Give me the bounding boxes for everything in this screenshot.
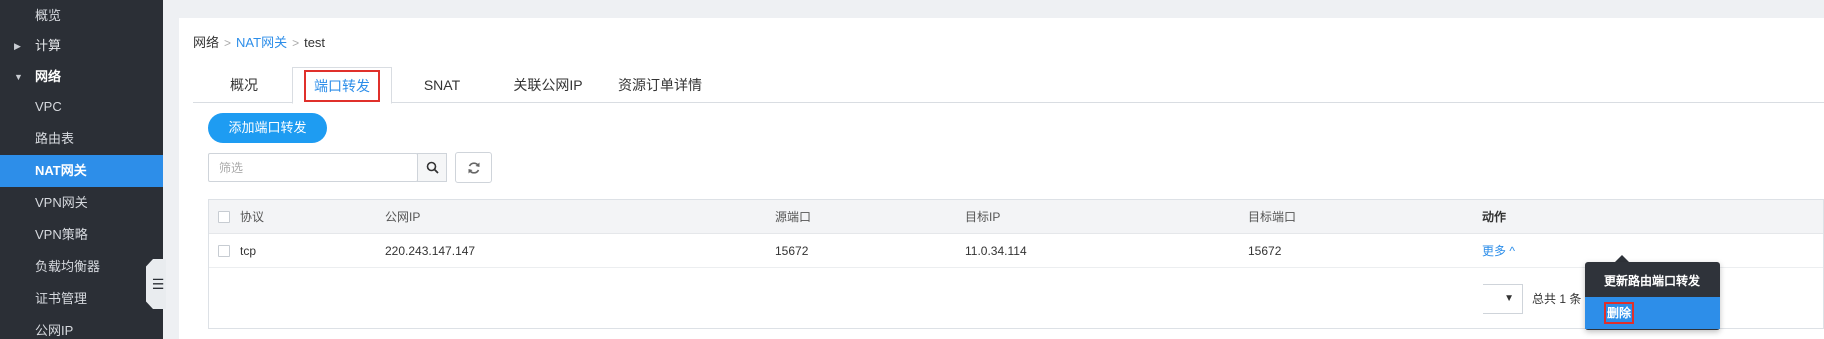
- highlight-box: 删除: [1604, 302, 1635, 324]
- action-dropdown-menu: 更新路由端口转发 删除: [1585, 262, 1720, 330]
- tab-label: 端口转发: [314, 78, 370, 94]
- tab-bar: 概况 端口转发 SNAT 关联公网IP 资源订单详情: [193, 67, 1824, 104]
- breadcrumb-separator: >: [224, 36, 232, 50]
- tab-label: 资源订单详情: [618, 77, 702, 93]
- caret-right-icon: ▶: [14, 41, 21, 51]
- sidebar-item-label: NAT网关: [35, 163, 87, 178]
- caret-down-icon: ▼: [14, 72, 23, 82]
- more-actions-link[interactable]: 更多 ^: [1482, 234, 1515, 268]
- column-header-protocol: 协议: [240, 210, 265, 224]
- sidebar-item-route-table[interactable]: 路由表: [0, 123, 163, 155]
- sidebar-item-label: VPC: [35, 99, 62, 114]
- refresh-icon: [468, 161, 479, 174]
- sidebar-item-certificates[interactable]: 证书管理: [0, 283, 163, 315]
- menu-item-label: 删除: [1607, 306, 1632, 320]
- tab-associated-public-ip[interactable]: 关联公网IP: [498, 67, 598, 103]
- column-header-action: 动作: [1482, 210, 1507, 224]
- column-header-public-ip: 公网IP: [385, 210, 421, 224]
- sidebar-item-public-ip[interactable]: 公网IP: [0, 315, 163, 339]
- table-row: tcp 220.243.147.147 15672 11.0.34.114 15…: [209, 234, 1823, 268]
- sidebar-item-label: 计算: [35, 38, 62, 53]
- sidebar-item-nat-gateway[interactable]: NAT网关: [0, 155, 163, 187]
- breadcrumb-root[interactable]: 网络: [193, 35, 219, 50]
- port-forwarding-table: 协议 公网IP 源端口 目标IP 目标端口 动作 tcp 220.243.147…: [208, 199, 1824, 329]
- tab-label: SNAT: [423, 77, 461, 93]
- sidebar-item-overview[interactable]: 概览: [0, 0, 163, 32]
- sidebar-item-vpc[interactable]: VPC: [0, 91, 163, 123]
- tab-snat[interactable]: SNAT: [401, 67, 483, 103]
- tab-overview[interactable]: 概况: [203, 67, 285, 103]
- breadcrumb-current: test: [304, 35, 326, 50]
- menu-item-delete[interactable]: 删除: [1585, 297, 1720, 329]
- sidebar-item-label: VPN策略: [35, 227, 88, 242]
- sidebar-item-vpn-policy[interactable]: VPN策略: [0, 219, 163, 251]
- cell-source-port: 15672: [775, 244, 809, 258]
- tab-label: 概况: [230, 77, 258, 93]
- column-header-target-port: 目标端口: [1248, 210, 1297, 224]
- column-header-source-port: 源端口: [775, 210, 812, 224]
- cell-public-ip: 220.243.147.147: [385, 244, 476, 258]
- page-size-select[interactable]: ▼: [1483, 284, 1523, 314]
- sidebar-item-label: VPN网关: [35, 195, 88, 210]
- sidebar-collapse-handle[interactable]: ☰: [146, 259, 166, 309]
- table-header: 协议 公网IP 源端口 目标IP 目标端口 动作: [209, 200, 1823, 234]
- breadcrumb-separator: >: [292, 36, 300, 50]
- menu-item-label: 更新路由端口转发: [1604, 274, 1701, 288]
- sidebar-item-label: 网络: [35, 69, 62, 84]
- tab-resource-order-details[interactable]: 资源订单详情: [605, 67, 715, 103]
- refresh-button[interactable]: [455, 152, 492, 183]
- sidebar-item-vpn-gateway[interactable]: VPN网关: [0, 187, 163, 219]
- tab-port-forwarding[interactable]: 端口转发: [292, 67, 392, 104]
- dropdown-arrow: [1615, 255, 1629, 262]
- breadcrumb-nat-gateway[interactable]: NAT网关: [236, 35, 287, 50]
- sidebar-item-label: 证书管理: [35, 291, 88, 306]
- tab-label: 关联公网IP: [513, 77, 583, 93]
- cell-target-port: 15672: [1248, 244, 1282, 258]
- search-button[interactable]: [417, 153, 447, 182]
- sidebar-item-label: 概览: [35, 8, 62, 23]
- sidebar-item-label: 公网IP: [35, 323, 74, 338]
- sidebar-group-compute[interactable]: ▶ 计算: [0, 30, 163, 62]
- total-count: 总共 1 条: [1532, 292, 1582, 306]
- indent-icon: ☰: [151, 275, 165, 292]
- sidebar-item-load-balancer[interactable]: 负载均衡器: [0, 251, 163, 283]
- filter-input[interactable]: [208, 153, 418, 182]
- highlight-box: 端口转发: [304, 70, 380, 102]
- search-icon: [426, 161, 439, 174]
- row-checkbox[interactable]: [218, 245, 230, 257]
- select-all-checkbox[interactable]: [218, 211, 230, 223]
- breadcrumb: 网络 > NAT网关 > test: [193, 32, 325, 51]
- sidebar-group-network[interactable]: ▼ 网络: [0, 61, 163, 93]
- sidebar-item-label: 负载均衡器: [35, 259, 101, 274]
- caret-down-icon: ▼: [1504, 293, 1514, 304]
- sidebar-item-label: 路由表: [35, 131, 75, 146]
- cell-protocol: tcp: [240, 244, 257, 258]
- cell-target-ip: 11.0.34.114: [965, 244, 1027, 258]
- sidebar: 概览 ▶ 计算 ▼ 网络 VPC 路由表 NAT网关 VPN网关 VPN策略 负载均…: [0, 0, 163, 339]
- add-port-forwarding-button[interactable]: 添加端口转发: [208, 113, 327, 143]
- column-header-target-ip: 目标IP: [965, 210, 1001, 224]
- menu-item-update-route-port-forwarding[interactable]: 更新路由端口转发: [1585, 265, 1720, 297]
